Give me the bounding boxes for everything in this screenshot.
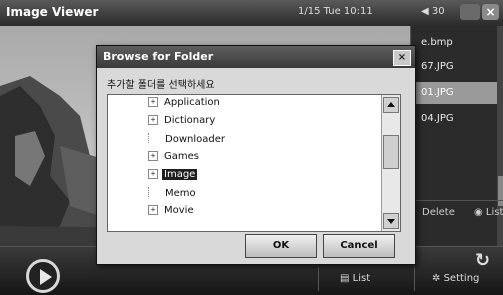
delete-button[interactable]: Delete xyxy=(422,207,455,218)
tree-item-label: Application xyxy=(164,97,220,108)
tree-item-downloader[interactable]: Downloader xyxy=(148,133,227,145)
expand-icon[interactable]: + xyxy=(148,97,158,107)
list-item-selected[interactable]: 01.JPG xyxy=(411,82,503,104)
tree-item-memo[interactable]: Memo xyxy=(148,187,198,199)
dialog-titlebar: Browse for Folder × xyxy=(97,46,415,68)
gear-icon: ✲ xyxy=(432,273,441,284)
expand-icon[interactable]: + xyxy=(148,205,158,215)
scrollbar-thumb[interactable] xyxy=(383,135,399,169)
tree-item-label: Games xyxy=(164,151,199,162)
list-label: List xyxy=(485,207,503,218)
ok-button[interactable]: OK xyxy=(245,234,317,258)
list-item[interactable]: 67.JPG xyxy=(411,56,503,78)
app-title: Image Viewer xyxy=(6,5,99,19)
refresh-icon[interactable]: ↻ xyxy=(475,250,490,271)
tree-item-label: Memo xyxy=(165,188,196,199)
folder-tree: + Application + Dictionary Downloader + Gam… xyxy=(107,94,401,232)
list-label: List xyxy=(352,273,371,284)
tree-scrollbar[interactable] xyxy=(381,95,400,231)
divider xyxy=(414,267,415,291)
list-icon: ▤ xyxy=(340,273,350,284)
play-icon xyxy=(40,269,52,285)
tree-item-label: Movie xyxy=(164,205,194,216)
expand-icon[interactable]: + xyxy=(148,169,158,179)
list-button[interactable]: ▤ List xyxy=(340,273,370,284)
play-button[interactable] xyxy=(26,259,60,293)
expand-icon[interactable]: + xyxy=(148,151,158,161)
tree-line xyxy=(148,133,157,143)
list-item[interactable]: e.bmp xyxy=(411,32,503,54)
tree-item-movie[interactable]: + Movie xyxy=(148,205,196,216)
side-actions: Delete ◉ List xyxy=(410,200,503,227)
expand-icon[interactable]: + xyxy=(148,115,158,125)
cancel-button[interactable]: Cancel xyxy=(323,234,395,258)
tree-item-label: Image xyxy=(162,169,198,180)
tree-item-label: Dictionary xyxy=(164,115,216,126)
scroll-down-icon[interactable] xyxy=(383,213,399,229)
tree-item-label: Downloader xyxy=(165,134,225,145)
browse-folder-dialog: Browse for Folder × 추가할 폴더를 선택하세요 + Appli… xyxy=(96,45,416,265)
setting-button[interactable]: ✲ Setting xyxy=(432,273,479,284)
tree-item-application[interactable]: + Application xyxy=(148,97,222,108)
status-badge xyxy=(460,4,480,20)
dialog-close-button[interactable]: × xyxy=(393,50,411,66)
tree-line xyxy=(148,187,157,197)
scroll-up-icon[interactable] xyxy=(383,97,399,113)
divider xyxy=(318,267,319,291)
list-button-side[interactable]: ◉ List xyxy=(474,207,503,218)
app-titlebar: Image Viewer 1/15 Tue 10:11 ◀ 30 × xyxy=(0,0,503,27)
tree-item-games[interactable]: + Games xyxy=(148,151,201,162)
volume-indicator[interactable]: ◀ 30 xyxy=(421,6,445,17)
status-datetime: 1/15 Tue 10:11 xyxy=(298,6,373,17)
tree-item-image[interactable]: + Image xyxy=(148,169,198,180)
tree-item-dictionary[interactable]: + Dictionary xyxy=(148,115,217,126)
dialog-instruction: 추가할 폴더를 선택하세요 xyxy=(107,80,215,91)
list-item[interactable]: 04.JPG xyxy=(411,108,503,130)
app-close-button[interactable]: × xyxy=(482,4,499,20)
dialog-title: Browse for Folder xyxy=(103,50,214,63)
setting-label: Setting xyxy=(443,273,480,284)
